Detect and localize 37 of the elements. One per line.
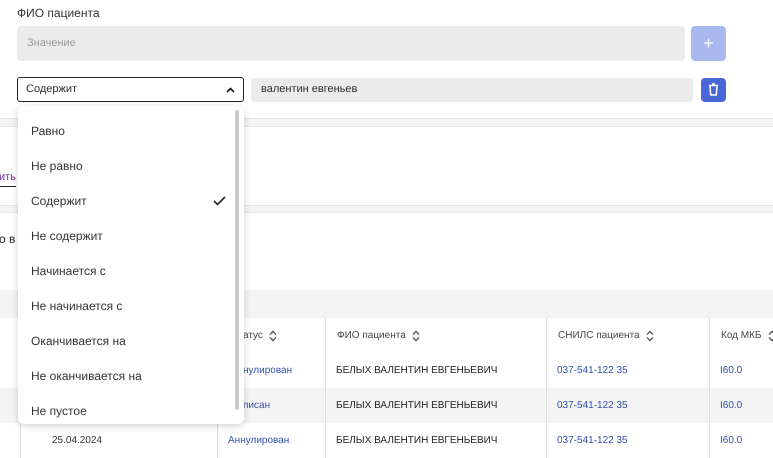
dropdown-option[interactable]: Начинается с bbox=[18, 253, 236, 288]
mkb-cell-text: I60.0 bbox=[720, 399, 742, 413]
trash-icon bbox=[708, 83, 719, 96]
sort-icon[interactable] bbox=[646, 330, 654, 342]
link[interactable]: ить bbox=[0, 169, 16, 187]
snils-cell-text: 037-541-122 35 bbox=[557, 399, 628, 413]
status-cell-text: писан bbox=[243, 399, 270, 413]
snils-cell-text: 037-541-122 35 bbox=[557, 364, 628, 378]
mkb-cell-text: I60.0 bbox=[720, 434, 742, 448]
dropdown-option[interactable]: Не пустое bbox=[18, 393, 236, 428]
date-cell-text: 25.04.2024 bbox=[52, 434, 102, 448]
patient-cell-text: БЕЛЫХ ВАЛЕНТИН ЕВГЕНЬЕВИЧ bbox=[336, 364, 498, 378]
dropdown-option[interactable]: Не равно bbox=[18, 148, 236, 183]
sort-icon[interactable] bbox=[412, 330, 420, 342]
dropdown-option[interactable]: Оканчивается на bbox=[18, 323, 236, 358]
dropdown-option[interactable]: Не содержит bbox=[18, 218, 236, 253]
dropdown-option[interactable]: Содержит bbox=[18, 183, 236, 218]
patient-cell-text: БЕЛЫХ ВАЛЕНТИН ЕВГЕНЬЕВИЧ bbox=[336, 434, 498, 448]
caret-icon bbox=[226, 86, 235, 92]
status-cell-text: нулирован bbox=[243, 364, 292, 378]
dropdown-option[interactable]: Равно bbox=[18, 113, 236, 148]
mkb-cell-text: I60.0 bbox=[720, 364, 742, 378]
column-header[interactable]: атус bbox=[243, 328, 263, 343]
scrollbar[interactable] bbox=[235, 110, 239, 410]
column-header[interactable]: Код МКБ bbox=[721, 328, 762, 343]
dropdown-option[interactable]: Не начинается с bbox=[18, 288, 236, 323]
condition-value-field[interactable]: валентин евгеньев bbox=[251, 78, 693, 102]
status-cell-text: Аннулирован bbox=[228, 434, 290, 448]
field-label: ФИО пациента bbox=[17, 5, 100, 21]
dropdown-option[interactable]: Не оканчивается на bbox=[18, 358, 236, 393]
snils-cell-text: 037-541-122 35 bbox=[557, 434, 628, 448]
delete-button[interactable] bbox=[701, 78, 726, 102]
sort-icon[interactable] bbox=[268, 330, 277, 342]
condition-select[interactable]: Содержит bbox=[17, 77, 244, 102]
patient-cell-text: БЕЛЫХ ВАЛЕНТИН ЕВГЕНЬЕВИЧ bbox=[336, 399, 498, 413]
column-header[interactable]: СНИЛС пациента bbox=[558, 328, 640, 343]
column-header[interactable]: ФИО пациента bbox=[337, 328, 406, 343]
